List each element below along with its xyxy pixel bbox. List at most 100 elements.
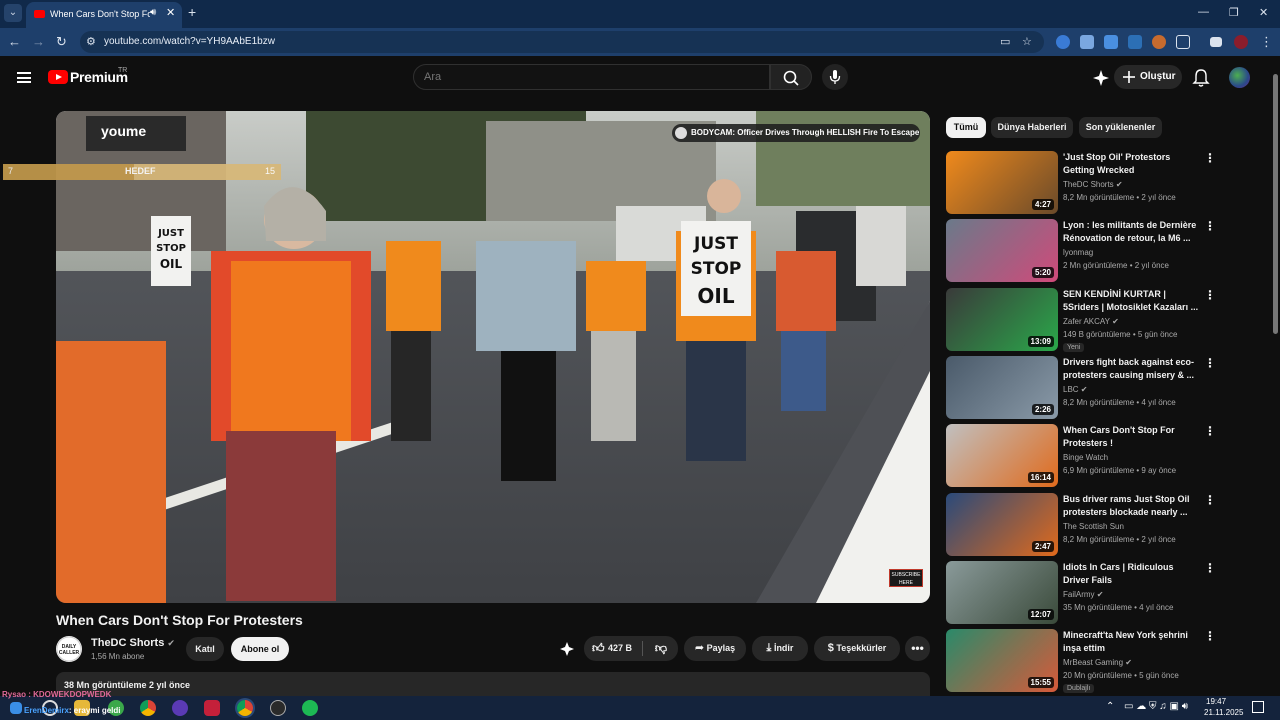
video-thumbnail[interactable]: 13:09: [946, 287, 1058, 351]
tray-chevron-icon[interactable]: ⌃: [1106, 701, 1114, 712]
reading-list-icon[interactable]: [1210, 37, 1222, 47]
chrome-active-icon[interactable]: [237, 700, 253, 716]
search-box[interactable]: [413, 64, 770, 90]
recommendation-item[interactable]: 12:07 Idiots In Cars | Ridiculous Driver …: [946, 560, 1258, 625]
browser-menu-icon[interactable]: ⋮: [1260, 34, 1273, 50]
video-thumbnail[interactable]: 16:14: [946, 424, 1058, 488]
recommendation-item[interactable]: 4:27 'Just Stop Oil' Protestors Getting W…: [946, 151, 1258, 215]
channel-name[interactable]: LBC ✔: [1063, 385, 1088, 394]
bookmark-star-icon[interactable]: ☆: [1022, 35, 1032, 48]
recommendation-item[interactable]: 2:47 Bus driver rams Just Stop Oil protes…: [946, 492, 1258, 557]
channel-name[interactable]: FailArmy ✔: [1063, 590, 1104, 599]
ask-sparkle-icon[interactable]: [559, 641, 575, 657]
clock-date[interactable]: 21.11.2025: [1204, 708, 1243, 717]
video-thumbnail[interactable]: 15:55: [946, 629, 1058, 693]
new-tab-button[interactable]: +: [188, 5, 196, 19]
recommendation-item[interactable]: 5:20 Lyon : les militants de Dernière Rén…: [946, 219, 1258, 283]
channel-name[interactable]: TheDC Shorts ✔: [1063, 180, 1123, 189]
video-title[interactable]: Bus driver rams Just Stop Oil protesters…: [1063, 493, 1199, 519]
extension-icon[interactable]: [1056, 35, 1070, 49]
reload-button[interactable]: ↻: [56, 34, 67, 50]
more-options-icon[interactable]: ⋮: [1204, 288, 1216, 302]
notification-center-icon[interactable]: [1252, 701, 1264, 713]
like-button[interactable]: 👍︎ 427 B: [584, 636, 642, 661]
recommendation-item[interactable]: 15:55 Minecraft'ta New York şehrini inşa …: [946, 629, 1258, 694]
video-thumbnail[interactable]: 2:47: [946, 492, 1058, 556]
video-title[interactable]: 'Just Stop Oil' Protestors Getting Wreck…: [1063, 151, 1199, 177]
obs-icon[interactable]: [270, 700, 286, 716]
browser-tab[interactable]: When Cars Don't Stop For P 🔊︎ ✕: [26, 2, 182, 28]
taskbar-app-icon[interactable]: [204, 700, 220, 716]
more-options-icon[interactable]: ⋮: [1204, 219, 1216, 233]
extensions-puzzle-icon[interactable]: [1176, 35, 1190, 49]
video-title[interactable]: SEN KENDİNİ KURTAR | 5Sriders | Motosikl…: [1063, 288, 1199, 314]
thanks-button[interactable]: $ Teşekkürler: [814, 636, 900, 661]
dislike-button[interactable]: 👎︎: [646, 636, 676, 661]
notifications-bell-icon[interactable]: [1192, 68, 1210, 88]
video-endcard[interactable]: BODYCAM: Officer Drives Through HELLISH …: [672, 124, 920, 142]
spotify-icon[interactable]: [302, 700, 318, 716]
download-button[interactable]: ⤓ İndir: [752, 636, 808, 661]
search-button[interactable]: [770, 64, 812, 90]
channel-name[interactable]: lyonmag: [1063, 248, 1093, 257]
discord-icon[interactable]: [172, 700, 188, 716]
video-thumbnail[interactable]: 5:20: [946, 219, 1058, 283]
more-options-icon[interactable]: ⋮: [1204, 493, 1216, 507]
url-text[interactable]: youtube.com/watch?v=YH9AAbE1bzw: [104, 36, 275, 47]
restore-button[interactable]: ❐: [1229, 6, 1239, 19]
extension-icon[interactable]: [1080, 35, 1094, 49]
page-scrollbar[interactable]: [1271, 56, 1280, 696]
hamburger-menu-icon[interactable]: [17, 72, 31, 83]
chip-world-news[interactable]: Dünya Haberleri: [991, 117, 1073, 138]
create-button[interactable]: Oluştur: [1114, 65, 1182, 89]
share-button[interactable]: ➦ Paylaş: [684, 636, 746, 661]
close-tab-icon[interactable]: ✕: [166, 6, 175, 19]
scrollbar-thumb[interactable]: [1273, 74, 1278, 334]
join-button[interactable]: Katıl: [186, 637, 224, 661]
voice-search-button[interactable]: [822, 64, 848, 90]
more-options-icon[interactable]: ⋮: [1204, 356, 1216, 370]
close-window-button[interactable]: ✕: [1259, 6, 1268, 19]
more-options-icon[interactable]: ⋮: [1204, 561, 1216, 575]
recommendation-item[interactable]: 16:14 When Cars Don't Stop For Protesters…: [946, 424, 1258, 488]
video-title[interactable]: Idiots In Cars | Ridiculous Driver Fails: [1063, 561, 1199, 587]
cast-icon[interactable]: ▭: [1000, 35, 1010, 48]
search-input[interactable]: [424, 71, 754, 83]
minimize-button[interactable]: —: [1198, 6, 1209, 18]
recommendation-item[interactable]: 13:09 SEN KENDİNİ KURTAR | 5Sriders | Mot…: [946, 287, 1258, 352]
video-player[interactable]: JUST STOP OIL JUST STOP OIL youme SUBSCR…: [56, 111, 930, 603]
account-avatar[interactable]: [1229, 67, 1250, 88]
more-options-icon[interactable]: ⋮: [1204, 629, 1216, 643]
channel-name[interactable]: Zafer AKCAY ✔: [1063, 317, 1119, 326]
video-thumbnail[interactable]: 12:07: [946, 560, 1058, 624]
video-thumbnail[interactable]: 2:26: [946, 355, 1058, 419]
extension-icon[interactable]: [1152, 35, 1166, 49]
video-thumbnail[interactable]: 4:27: [946, 151, 1058, 214]
create-sparkle-icon[interactable]: [1092, 69, 1110, 87]
clock-time[interactable]: 19:47: [1206, 697, 1226, 706]
tab-search-button[interactable]: ⌄: [4, 4, 22, 22]
video-title[interactable]: Minecraft'ta New York şehrini inşa ettim: [1063, 629, 1199, 655]
video-title[interactable]: Lyon : les militants de Dernière Rénovat…: [1063, 219, 1199, 245]
more-options-icon[interactable]: ⋮: [1204, 424, 1216, 438]
more-options-icon[interactable]: ⋮: [1204, 151, 1216, 165]
channel-name[interactable]: The Scottish Sun: [1063, 522, 1124, 531]
channel-name[interactable]: MrBeast Gaming ✔: [1063, 658, 1132, 667]
forward-button[interactable]: →: [32, 34, 45, 49]
subscribe-button[interactable]: Abone ol: [231, 637, 289, 661]
video-title[interactable]: Drivers fight back against eco-protester…: [1063, 356, 1199, 382]
profile-avatar[interactable]: [1234, 35, 1248, 49]
site-info-icon[interactable]: ⚙: [86, 35, 96, 48]
more-actions-button[interactable]: •••: [905, 636, 930, 661]
speaker-icon[interactable]: 🔊︎: [150, 7, 156, 18]
recommendation-item[interactable]: 2:26 Drivers fight back against eco-prote…: [946, 355, 1258, 420]
tray-icons[interactable]: ▭ ☁ ⛨ ♫ ▣ 🔊︎: [1124, 701, 1188, 712]
channel-name[interactable]: TheDC Shorts ✔: [91, 637, 175, 649]
description-box[interactable]: 38 Mn görüntüleme 2 yıl önce: [56, 672, 930, 696]
extension-icon[interactable]: [1128, 35, 1142, 49]
extension-icon[interactable]: [1104, 35, 1118, 49]
channel-name[interactable]: Binge Watch: [1063, 453, 1108, 462]
youtube-logo-icon[interactable]: [48, 70, 68, 84]
subscribe-watermark[interactable]: SUBSCRIBE HERE: [889, 569, 923, 587]
back-button[interactable]: ←: [8, 34, 21, 49]
